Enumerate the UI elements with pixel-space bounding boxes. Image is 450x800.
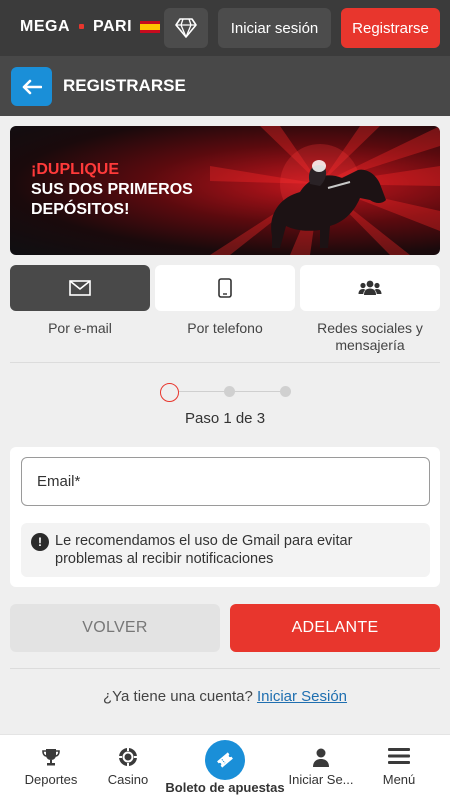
- nav-casino[interactable]: Casino: [93, 735, 163, 800]
- arrow-left-icon: [22, 79, 42, 94]
- step-label: Paso 1 de 3: [184, 410, 266, 427]
- email-input[interactable]: [21, 457, 430, 506]
- banner-headline: ¡DUPLIQUE SUS DOS PRIMEROS DEPÓSITOS!: [31, 160, 193, 220]
- tab-phone[interactable]: [155, 265, 295, 311]
- nav-sports[interactable]: Deportes: [16, 735, 86, 800]
- nav-menu[interactable]: Menú: [364, 735, 434, 800]
- envelope-icon: [69, 280, 91, 296]
- divider: [10, 362, 440, 363]
- back-button[interactable]: [11, 67, 52, 106]
- nav-sports-label: Deportes: [24, 772, 78, 787]
- back-step-button[interactable]: VOLVER: [10, 604, 220, 652]
- spain-flag-icon: [140, 21, 161, 33]
- logo-dot: [79, 23, 84, 29]
- tab-social-label: Redes sociales y mensajería: [317, 320, 423, 353]
- gmail-notice: ! Le recomendamos el uso de Gmail para e…: [21, 523, 430, 577]
- vip-diamond-button[interactable]: [164, 8, 208, 48]
- users-icon: [358, 280, 382, 295]
- top-header: MEGA PARI Iniciar sesión Registrarse: [0, 0, 450, 56]
- banner-line-2: SUS DOS PRIMEROS: [31, 181, 193, 198]
- step-1-indicator: [160, 383, 179, 402]
- phone-icon: [218, 278, 232, 298]
- existing-account-prompt: ¿Ya tiene una cuenta? Iniciar Sesión: [0, 688, 450, 705]
- user-icon: [313, 748, 329, 767]
- nav-casino-label: Casino: [107, 772, 149, 787]
- tab-email[interactable]: [10, 265, 150, 311]
- register-button[interactable]: Registrarse: [341, 8, 440, 48]
- existing-account-question: ¿Ya tiene una cuenta?: [102, 688, 253, 705]
- next-step-button[interactable]: ADELANTE: [230, 604, 440, 652]
- login-button[interactable]: Iniciar sesión: [218, 8, 331, 48]
- step-3-indicator: [280, 386, 291, 397]
- logo-text-pari: PARI: [93, 18, 133, 35]
- login-link[interactable]: Iniciar Sesión: [257, 688, 347, 705]
- tab-social[interactable]: [300, 265, 440, 311]
- step-2-indicator: [224, 386, 235, 397]
- ticket-icon: [217, 752, 233, 768]
- tab-email-label: Por e-mail: [48, 320, 112, 336]
- nav-betslip-label: Boleto de apuestas: [165, 780, 285, 795]
- nav-login-label: Iniciar Se...: [288, 772, 354, 787]
- logo-text-mega: MEGA: [20, 18, 70, 35]
- promo-banner[interactable]: ¡DUPLIQUE SUS DOS PRIMEROS DEPÓSITOS!: [10, 126, 440, 255]
- tab-phone-label: Por telefono: [187, 320, 263, 336]
- nav-login[interactable]: Iniciar Se...: [285, 735, 357, 800]
- betslip-button[interactable]: [205, 740, 245, 780]
- nav-menu-label: Menú: [382, 772, 416, 787]
- megapari-logo[interactable]: MEGA PARI: [20, 18, 161, 36]
- page-title: REGISTRARSE: [63, 76, 186, 95]
- banner-line-1: ¡DUPLIQUE: [31, 161, 119, 178]
- divider: [10, 668, 440, 669]
- diamond-icon: [175, 18, 197, 38]
- page-header: REGISTRARSE: [0, 56, 450, 116]
- casino-chip-icon: [119, 748, 137, 766]
- trophy-icon: [42, 749, 60, 766]
- banner-line-3: DEPÓSITOS!: [31, 201, 130, 218]
- exclamation-icon: !: [31, 533, 49, 551]
- gmail-notice-text: Le recomendamos el uso de Gmail para evi…: [55, 533, 353, 567]
- hamburger-menu-icon: [388, 748, 410, 764]
